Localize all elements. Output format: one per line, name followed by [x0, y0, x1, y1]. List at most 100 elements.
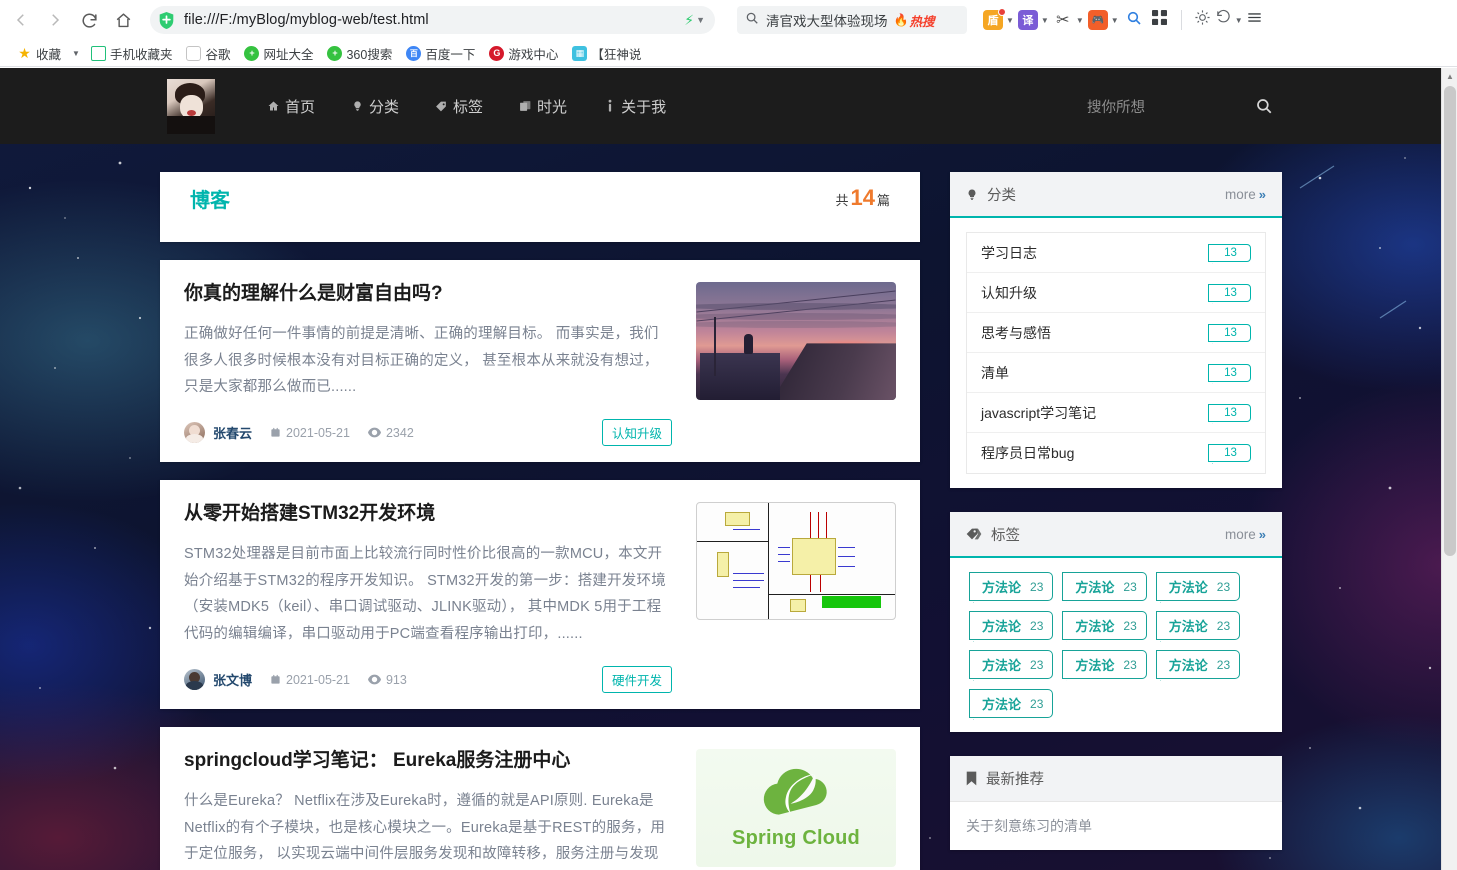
tag-count: 23 — [1216, 657, 1231, 672]
tag-badge[interactable]: 方法论 23 — [1062, 650, 1147, 679]
search-icon[interactable] — [1255, 97, 1273, 115]
info-icon — [603, 99, 616, 113]
star-icon: ★ — [18, 44, 31, 61]
home-button[interactable] — [106, 4, 140, 36]
categories-panel: 分类 more » 学习日志 13 认知升级 13 思考与感悟 13 清单 13… — [950, 172, 1282, 488]
tag-badge[interactable]: 方法论 23 — [1062, 611, 1147, 640]
tag-count: 23 — [1123, 618, 1137, 633]
post-tag-badge[interactable]: 认知升级 — [601, 419, 672, 447]
post-card[interactable]: 你真的理解什么是财富自由吗? 正确做好任何一件事情的前提是清晰、正确的理解目标。… — [160, 260, 920, 463]
category-label: 思考与感悟 — [981, 324, 1051, 341]
bookmark-item[interactable]: G 游戏中心 — [482, 42, 565, 64]
eye-icon — [367, 674, 381, 685]
tags-title-group: 标签 — [966, 524, 1020, 545]
bolt-icon[interactable]: ⚡ — [684, 13, 694, 27]
chevron-down-icon[interactable]: ▼ — [696, 15, 705, 25]
screenshot-tool-button[interactable]: ✂ ▼ — [1051, 4, 1086, 36]
bookmark-item[interactable]: 谷歌 — [179, 42, 237, 64]
post-count: 共14 篇 — [835, 185, 890, 211]
back-arrow-icon — [12, 11, 30, 29]
game-extension-button[interactable]: 🎮 ▼ — [1086, 4, 1121, 36]
nav-item-home[interactable]: 首页 — [249, 96, 333, 117]
chevron-down-icon[interactable]: ▼ — [68, 49, 84, 58]
nav-item-about[interactable]: 关于我 — [585, 96, 684, 117]
menu-button[interactable] — [1242, 4, 1268, 36]
search-tool-button[interactable] — [1121, 4, 1147, 36]
category-row[interactable]: javascript学习笔记 13 — [967, 393, 1265, 433]
tag-badge[interactable]: 方法论 23 — [1155, 572, 1241, 601]
chevron-down-icon[interactable]: ▼ — [1006, 16, 1014, 25]
chevron-down-icon[interactable]: ▼ — [1076, 16, 1084, 25]
site-search-input[interactable]: 搜你所想 — [1087, 96, 1145, 117]
scrollbar-thumb[interactable] — [1444, 86, 1456, 556]
count-suffix: 篇 — [876, 193, 890, 208]
category-row[interactable]: 思考与感悟 13 — [967, 313, 1265, 353]
tag-badge[interactable]: 方法论 23 — [1155, 611, 1241, 640]
tag-count: 23 — [1030, 579, 1044, 594]
toolbar-search-box[interactable]: 清官戏大型体验现场 🔥 热搜 — [737, 6, 967, 34]
apps-grid-icon — [1152, 10, 1168, 30]
post-title[interactable]: 从零开始搭建STM32开发环境 — [184, 502, 672, 527]
history-back-icon — [1215, 9, 1232, 31]
post-thumbnail[interactable] — [696, 502, 896, 621]
address-bar[interactable]: file:///F:/myBlog/myblog-web/test.html ⚡… — [150, 6, 715, 34]
chevron-down-icon[interactable]: ▼ — [1041, 16, 1049, 25]
brightness-button[interactable] — [1190, 4, 1216, 36]
post-title[interactable]: 你真的理解什么是财富自由吗? — [184, 282, 672, 307]
tag-badge[interactable]: 方法论 23 — [969, 650, 1054, 679]
category-row[interactable]: 学习日志 13 — [967, 233, 1265, 273]
tag-badge[interactable]: 方法论 23 — [1062, 572, 1147, 601]
forward-button[interactable] — [38, 4, 72, 36]
bookmark-item[interactable]: 百 百度一下 — [399, 42, 482, 64]
back-button[interactable] — [4, 4, 38, 36]
omnibox-actions: ⚡ ▼ — [684, 13, 705, 27]
bookmark-item[interactable]: ★ 收藏 — [10, 42, 68, 64]
post-author[interactable]: 张文博 — [213, 670, 252, 689]
forward-arrow-icon — [46, 11, 64, 29]
hot-search-badge[interactable]: 🔥 热搜 — [894, 11, 935, 30]
post-meta: 张文博 2021-05-21 913 硬件开发 — [184, 666, 672, 694]
tag-count: 23 — [1216, 618, 1231, 633]
bulb-icon — [966, 187, 978, 202]
post-thumbnail[interactable] — [696, 282, 896, 400]
categories-more-link[interactable]: more » — [1225, 187, 1266, 202]
bookmark-item[interactable]: 手机收藏夹 — [84, 42, 180, 64]
hao123-icon: + — [244, 45, 260, 61]
bookmark-item[interactable]: + 网址大全 — [237, 42, 320, 64]
bookmark-icon — [966, 771, 977, 786]
recommend-item[interactable]: 关于刻意练习的清单 — [950, 802, 1282, 850]
page-scrollbar[interactable]: ▲ — [1441, 68, 1457, 870]
post-thumbnail[interactable]: Spring Cloud — [696, 749, 896, 868]
tag-badge[interactable]: 方法论 23 — [969, 572, 1054, 601]
post-author[interactable]: 张春云 — [213, 423, 252, 442]
category-row[interactable]: 程序员日常bug 13 — [967, 433, 1265, 473]
translate-extension-button[interactable]: 译 ▼ — [1016, 4, 1051, 36]
post-card[interactable]: 从零开始搭建STM32开发环境 STM32处理器是目前市面上比较流行同时性价比很… — [160, 480, 920, 710]
category-row[interactable]: 认知升级 13 — [967, 273, 1265, 313]
post-tag-badge[interactable]: 硬件开发 — [601, 666, 672, 694]
tags-more-link[interactable]: more » — [1225, 527, 1266, 542]
tag-badge[interactable]: 方法论 23 — [1155, 650, 1241, 679]
post-title[interactable]: springcloud学习笔记： Eureka服务注册中心 — [184, 749, 672, 774]
nav-item-time[interactable]: 时光 — [501, 96, 585, 117]
site-logo-avatar[interactable] — [167, 78, 215, 134]
tag-badge[interactable]: 方法论 23 — [969, 689, 1054, 718]
post-card[interactable]: springcloud学习笔记： Eureka服务注册中心 什么是Eureka？… — [160, 727, 920, 870]
nav-item-category[interactable]: 分类 — [333, 96, 417, 117]
bookmark-item[interactable]: + 360搜索 — [320, 42, 399, 64]
tag-icon — [966, 527, 982, 541]
bookmark-item[interactable]: ▦ 【狂神说 — [565, 42, 648, 64]
scroll-up-arrow[interactable]: ▲ — [1442, 68, 1457, 84]
translate-extension-icon: 译 — [1017, 10, 1038, 30]
tag-badge[interactable]: 方法论 23 — [969, 611, 1054, 640]
apps-grid-button[interactable] — [1147, 4, 1173, 36]
chevron-down-icon[interactable]: ▼ — [1111, 16, 1119, 25]
category-row[interactable]: 清单 13 — [967, 353, 1265, 393]
history-button[interactable]: ▼ — [1215, 4, 1243, 36]
brightness-icon — [1194, 9, 1211, 31]
bookmark-label: 收藏 — [36, 47, 62, 62]
page-icon — [186, 45, 202, 61]
shield-extension-button[interactable]: 盾 ▼ — [981, 4, 1016, 36]
reload-button[interactable] — [72, 4, 106, 36]
nav-item-tag[interactable]: 标签 — [417, 96, 501, 117]
